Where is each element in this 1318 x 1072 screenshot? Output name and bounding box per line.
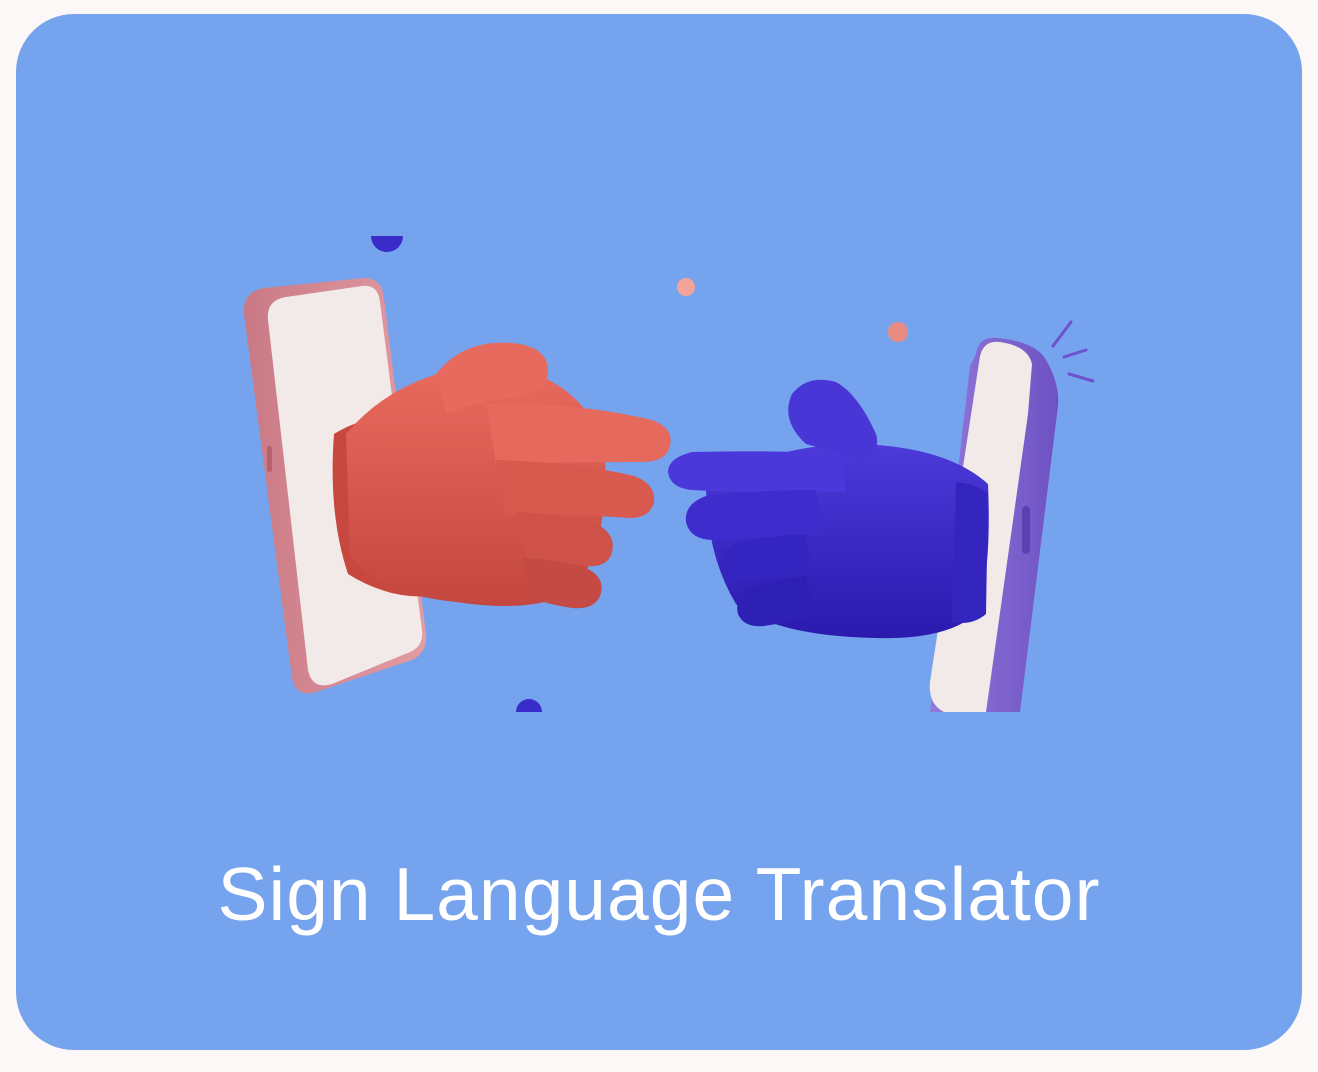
card-title: Sign Language Translator bbox=[217, 852, 1101, 936]
dot-peach-right bbox=[888, 322, 908, 342]
dot-bottom bbox=[516, 699, 542, 712]
right-hand-icon bbox=[668, 379, 989, 639]
dot-top-left bbox=[371, 236, 403, 252]
sign-language-translator-card[interactable]: Sign Language Translator bbox=[16, 14, 1302, 1050]
dot-peach-top bbox=[677, 278, 695, 296]
